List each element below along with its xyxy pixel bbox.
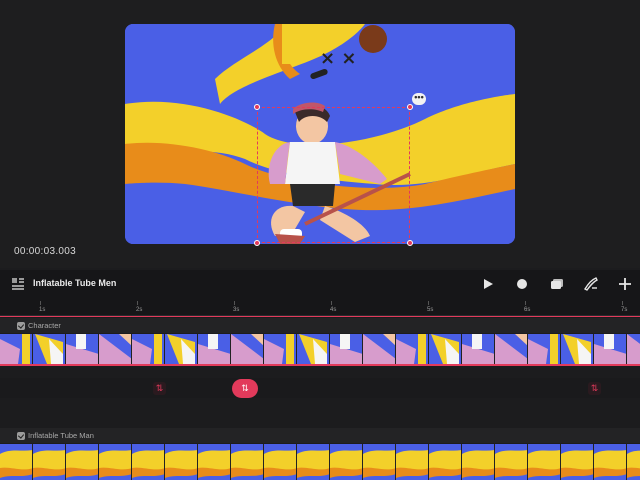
play-icon[interactable] (480, 276, 496, 292)
ruler-tick (234, 301, 235, 305)
tube-man-frames-strip[interactable] (0, 444, 640, 480)
tube-man-frame-thumbnail[interactable] (66, 444, 99, 480)
timeline-toolbar: Inflatable Tube Men (0, 270, 640, 298)
ruler-tick (137, 301, 138, 305)
character-frame-thumbnail[interactable] (330, 334, 363, 364)
tube-man-frame-thumbnail[interactable] (528, 444, 561, 480)
character-frame-thumbnail[interactable] (627, 334, 640, 364)
resize-handle-top-right[interactable] (407, 104, 413, 110)
character-frame-thumbnail[interactable] (66, 334, 99, 364)
canvas-area: × × ••• 00:00:03.003 (0, 0, 640, 268)
character-frame-thumbnail[interactable] (198, 334, 231, 364)
ruler-label: 6s (524, 307, 531, 313)
ruler-label: 7s (621, 307, 628, 313)
tube-man-frame-thumbnail[interactable] (297, 444, 330, 480)
resize-handle-bottom-right[interactable] (407, 240, 413, 246)
frames-icon[interactable] (549, 276, 565, 292)
character-frame-thumbnail[interactable] (462, 334, 495, 364)
ruler-label: 3s (233, 307, 240, 313)
time-ruler[interactable] (0, 298, 640, 316)
ruler-label: 2s (136, 307, 143, 313)
track-header-tube-man[interactable]: Inflatable Tube Man (0, 428, 640, 443)
character-frames-strip[interactable] (0, 334, 640, 364)
track-label: Inflatable Tube Man (28, 431, 94, 440)
character-frame-thumbnail[interactable] (495, 334, 528, 364)
keyframe-marker[interactable]: ⇅ (588, 382, 601, 395)
character-frame-thumbnail[interactable] (0, 334, 33, 364)
character-frame-thumbnail[interactable] (594, 334, 627, 364)
selection-box[interactable] (257, 107, 410, 243)
more-options-button[interactable]: ••• (412, 93, 426, 105)
tube-man-frame-thumbnail[interactable] (462, 444, 495, 480)
playhead-line (0, 316, 640, 317)
record-icon[interactable] (514, 276, 530, 292)
tube-man-frame-thumbnail[interactable] (198, 444, 231, 480)
tube-man-frame-thumbnail[interactable] (33, 444, 66, 480)
ruler-label: 1s (39, 307, 46, 313)
character-frame-thumbnail[interactable] (297, 334, 330, 364)
timecode: 00:00:03.003 (14, 246, 76, 257)
character-frame-thumbnail[interactable] (363, 334, 396, 364)
tube-man-frame-thumbnail[interactable] (132, 444, 165, 480)
ruler-tick (331, 301, 332, 305)
layers-icon[interactable] (12, 278, 24, 290)
ruler-tick (622, 301, 623, 305)
keyframe-marker-active[interactable]: ⇅ (232, 379, 258, 398)
character-frame-thumbnail[interactable] (165, 334, 198, 364)
character-frame-thumbnail[interactable] (429, 334, 462, 364)
tube-man-frame-thumbnail[interactable] (594, 444, 627, 480)
resize-handle-top-left[interactable] (254, 104, 260, 110)
character-frame-thumbnail[interactable] (99, 334, 132, 364)
character-frame-thumbnail[interactable] (528, 334, 561, 364)
track-label: Character (28, 321, 61, 330)
tube-man-frame-thumbnail[interactable] (627, 444, 640, 480)
ruler-tick (428, 301, 429, 305)
tube-man-frame-thumbnail[interactable] (396, 444, 429, 480)
tube-man-frame-thumbnail[interactable] (495, 444, 528, 480)
tube-man-frame-thumbnail[interactable] (165, 444, 198, 480)
track-header-character[interactable]: Character (0, 318, 640, 333)
keyframe-lane[interactable] (0, 378, 640, 398)
tube-man-frame-thumbnail[interactable] (0, 444, 33, 480)
tube-man-frame-thumbnail[interactable] (231, 444, 264, 480)
character-frame-thumbnail[interactable] (231, 334, 264, 364)
track-selection-indicator (0, 364, 640, 366)
keyframe-marker[interactable]: ⇅ (153, 382, 166, 395)
track-visibility-checkbox[interactable] (17, 322, 25, 330)
project-title: Inflatable Tube Men (33, 278, 117, 288)
tube-man-frame-thumbnail[interactable] (561, 444, 594, 480)
tube-man-frame-thumbnail[interactable] (429, 444, 462, 480)
character-frame-thumbnail[interactable] (561, 334, 594, 364)
svg-text:× ×: × × (320, 48, 356, 69)
add-icon[interactable] (617, 276, 633, 292)
tube-man-frame-thumbnail[interactable] (99, 444, 132, 480)
tube-man-frame-thumbnail[interactable] (363, 444, 396, 480)
track-visibility-checkbox[interactable] (17, 432, 25, 440)
character-frame-thumbnail[interactable] (264, 334, 297, 364)
draw-icon[interactable] (583, 276, 599, 292)
character-frame-thumbnail[interactable] (132, 334, 165, 364)
ruler-label: 5s (427, 307, 434, 313)
character-frame-thumbnail[interactable] (396, 334, 429, 364)
ruler-tick (525, 301, 526, 305)
resize-handle-bottom-left[interactable] (254, 240, 260, 246)
ruler-label: 4s (330, 307, 337, 313)
tube-man-frame-thumbnail[interactable] (264, 444, 297, 480)
character-frame-thumbnail[interactable] (33, 334, 66, 364)
ruler-tick (40, 301, 41, 305)
tube-man-frame-thumbnail[interactable] (330, 444, 363, 480)
